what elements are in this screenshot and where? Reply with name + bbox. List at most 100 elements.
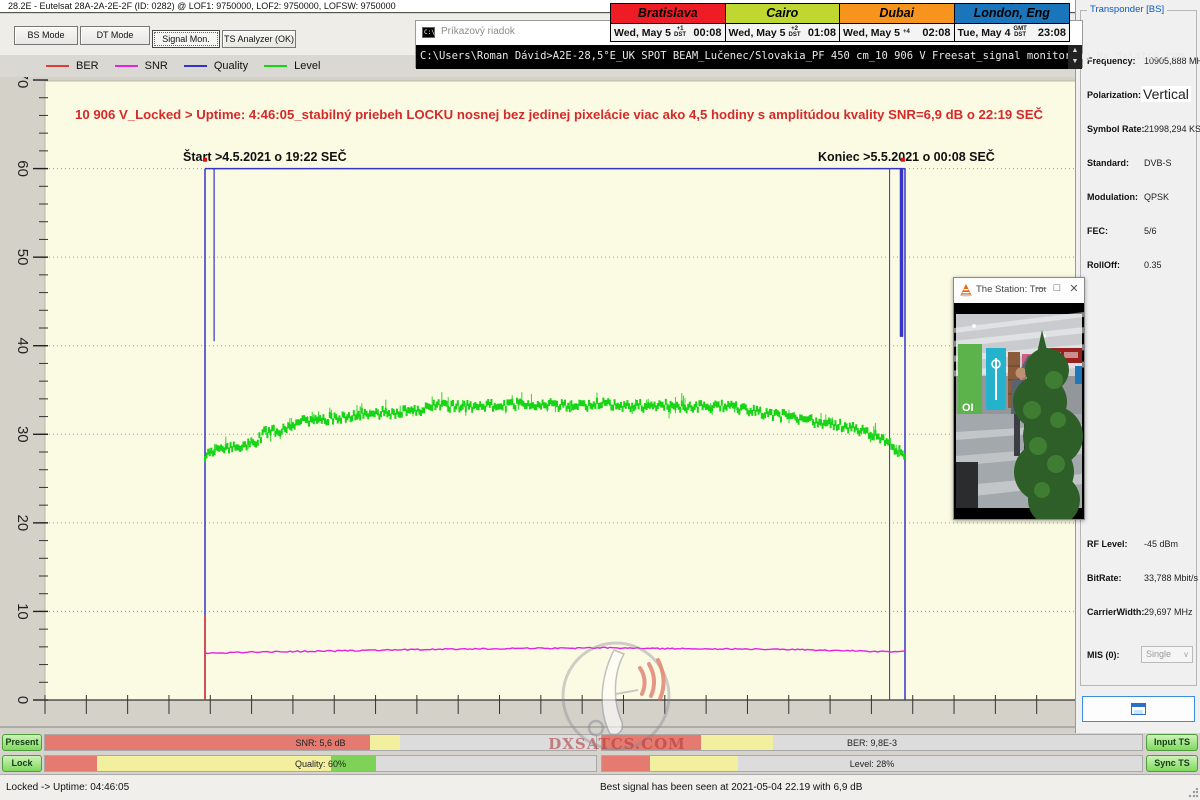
- field-value: 33,788 Mbit/s: [1144, 573, 1198, 583]
- toolbar-button-dt-mode[interactable]: DT Mode: [80, 26, 150, 45]
- clock-date: Wed, May 5: [614, 27, 671, 39]
- window-title: 28.2E - Eutelsat 28A-2A-2E-2F (ID: 0282)…: [8, 1, 396, 11]
- field-value: 0.35: [1144, 260, 1162, 270]
- clock-utc-offset: +4: [903, 30, 910, 36]
- cmd-scroll-up-icon[interactable]: ▲: [1068, 45, 1082, 56]
- bar-snr: SNR: 5,6 dB: [44, 734, 597, 751]
- field-label: Modulation:: [1087, 192, 1138, 202]
- legend-item-snr: SNR: [115, 60, 168, 72]
- field-label: Standard:: [1087, 158, 1129, 168]
- clock-offset: +4: [903, 30, 910, 36]
- cmd-scroll-down-icon[interactable]: ▼: [1068, 56, 1082, 67]
- plot-area: [45, 81, 1078, 700]
- maximize-icon[interactable]: □: [1050, 282, 1064, 294]
- legend-line-quality: [184, 65, 207, 67]
- clock-city: Cairo: [726, 4, 840, 24]
- bar-level: Level: 28%: [601, 755, 1143, 772]
- y-axis-label: 40: [14, 337, 31, 354]
- statusbar-best-signal: Best signal has been seen at 2021-05-04 …: [600, 782, 862, 793]
- clock-date: Wed, May 5: [843, 27, 900, 39]
- y-axis-label: 60: [14, 160, 31, 177]
- mis-value: Single: [1146, 649, 1171, 659]
- clock-city: London, Eng: [955, 4, 1070, 24]
- vlc-titlebar[interactable]: The Station: Trouble on... - VLC ... — □…: [954, 278, 1084, 303]
- clock-time-row: Wed, May 5+4 02:08: [840, 24, 954, 41]
- clock-date: Wed, May 5: [729, 27, 786, 39]
- legend-line-ber: [46, 65, 69, 67]
- field-value: QPSK: [1144, 192, 1169, 202]
- vlc-poster-oi-text: OI: [962, 402, 974, 414]
- bar-label: Level: 28%: [602, 759, 1142, 769]
- field-label: Symbol Rate:: [1087, 124, 1145, 134]
- statusbar: Locked -> Uptime: 04:46:05 Best signal h…: [0, 774, 1200, 800]
- y-axis-label: 0: [14, 696, 31, 704]
- status-button-input-ts[interactable]: Input TS: [1146, 734, 1198, 751]
- vlc-video-area[interactable]: OI: [954, 303, 1084, 519]
- legend-item-level: Level: [264, 60, 320, 72]
- transponder-panel: Transponder [BS] Frequency:10905,888 MHz…: [1075, 0, 1200, 733]
- clock-time: 02:08: [922, 27, 950, 39]
- clock-cairo: Cairo Wed, May 5+2DST 01:08: [726, 4, 841, 41]
- status-button-lock[interactable]: Lock: [2, 755, 42, 772]
- clock-offset: +2DST: [789, 27, 801, 38]
- field-value: -45 dBm: [1144, 539, 1178, 549]
- clock-city: Bratislava: [611, 4, 725, 24]
- ber-marker: [203, 158, 207, 162]
- save-icon: [1131, 703, 1146, 715]
- y-axis-label: 10: [14, 603, 31, 620]
- y-axis-label: 50: [14, 249, 31, 266]
- field-value: 29,697 MHz: [1144, 607, 1193, 617]
- toolbar-button-signal-mon-[interactable]: Signal Mon.: [152, 30, 220, 48]
- bar-label: Quality: 60%: [45, 759, 596, 769]
- save-settings-button[interactable]: [1082, 696, 1195, 722]
- bar-ber: BER: 9,8E-3: [601, 734, 1143, 751]
- field-label: CarrierWidth:: [1087, 607, 1144, 617]
- status-button-sync-ts[interactable]: Sync TS: [1146, 755, 1198, 772]
- legend-item-ber: BER: [46, 60, 99, 72]
- legend-line-level: [264, 65, 287, 67]
- clock-dst-flag: DST: [1014, 33, 1026, 39]
- clock-time-row: Wed, May 5+2DST 01:08: [726, 24, 840, 41]
- field-label: Polarization:: [1087, 90, 1141, 100]
- field-label: BitRate:: [1087, 573, 1122, 583]
- mis-dropdown[interactable]: Single ∨: [1141, 646, 1193, 663]
- field-label: FEC:: [1087, 226, 1108, 236]
- bar-label: BER: 9,8E-3: [602, 738, 1142, 748]
- field-label: RollOff:: [1087, 260, 1120, 270]
- clock-date: Tue, May 4: [958, 27, 1011, 39]
- close-icon[interactable]: ✕: [1067, 282, 1081, 295]
- cmd-scrollbar[interactable]: ▲ ▼: [1068, 45, 1082, 69]
- mis-label: MIS (0):: [1087, 650, 1120, 660]
- status-button-present[interactable]: Present: [2, 734, 42, 751]
- vlc-window: The Station: Trouble on... - VLC ... — □…: [953, 277, 1085, 520]
- clock-dst-flag: DST: [789, 33, 801, 39]
- clock-dst-flag: DST: [674, 33, 686, 39]
- transponder-groupbox-label: Transponder [BS]: [1087, 4, 1167, 15]
- chart-annotation-uptime: 10 906 V_Locked > Uptime: 4:46:05_stabil…: [75, 107, 1044, 122]
- world-clocks-panel: BratislavaWed, May 5+1DST00:08CairoWed, …: [610, 3, 1070, 42]
- chart-annotation-start: Štart >4.5.2021 o 19:22 SEČ: [183, 149, 347, 164]
- legend-label: Level: [294, 60, 320, 72]
- signal-chart: 01020304050607010 906 V_Locked > Uptime:…: [0, 77, 1080, 733]
- cmd-title-text: Príkazový riadok: [441, 26, 515, 37]
- clock-time: 01:08: [808, 27, 836, 39]
- clock-city: Dubai: [840, 4, 954, 24]
- field-value: 5/6: [1144, 226, 1157, 236]
- y-axis-label: 30: [14, 426, 31, 443]
- command-prompt-body[interactable]: C:\Users\Roman Dávid>A2E-28,5°E_UK SPOT …: [416, 45, 1082, 69]
- transponder-groupbox: Transponder [BS] Frequency:10905,888 MHz…: [1080, 10, 1197, 686]
- video-frame: OI: [954, 303, 1084, 519]
- bar-label: SNR: 5,6 dB: [45, 738, 596, 748]
- bar-quality: Quality: 60%: [44, 755, 597, 772]
- chevron-down-icon: ∨: [1183, 647, 1189, 662]
- field-value: DVB-S: [1144, 158, 1172, 168]
- minimize-icon[interactable]: —: [1034, 282, 1048, 294]
- resize-grip[interactable]: [1188, 788, 1198, 798]
- toolbar-button-ts-analyzer-ok-[interactable]: TS Analyzer (OK): [222, 30, 296, 48]
- toolbar-button-bs-mode[interactable]: BS Mode: [14, 26, 78, 45]
- legend-line-snr: [115, 65, 138, 67]
- legend-label: SNR: [145, 60, 168, 72]
- chart-annotation-end: Koniec >5.5.2021 o 00:08 SEČ: [818, 149, 995, 164]
- clock-time-row: Wed, May 5+1DST00:08: [611, 24, 725, 41]
- legend-label: Quality: [214, 60, 248, 72]
